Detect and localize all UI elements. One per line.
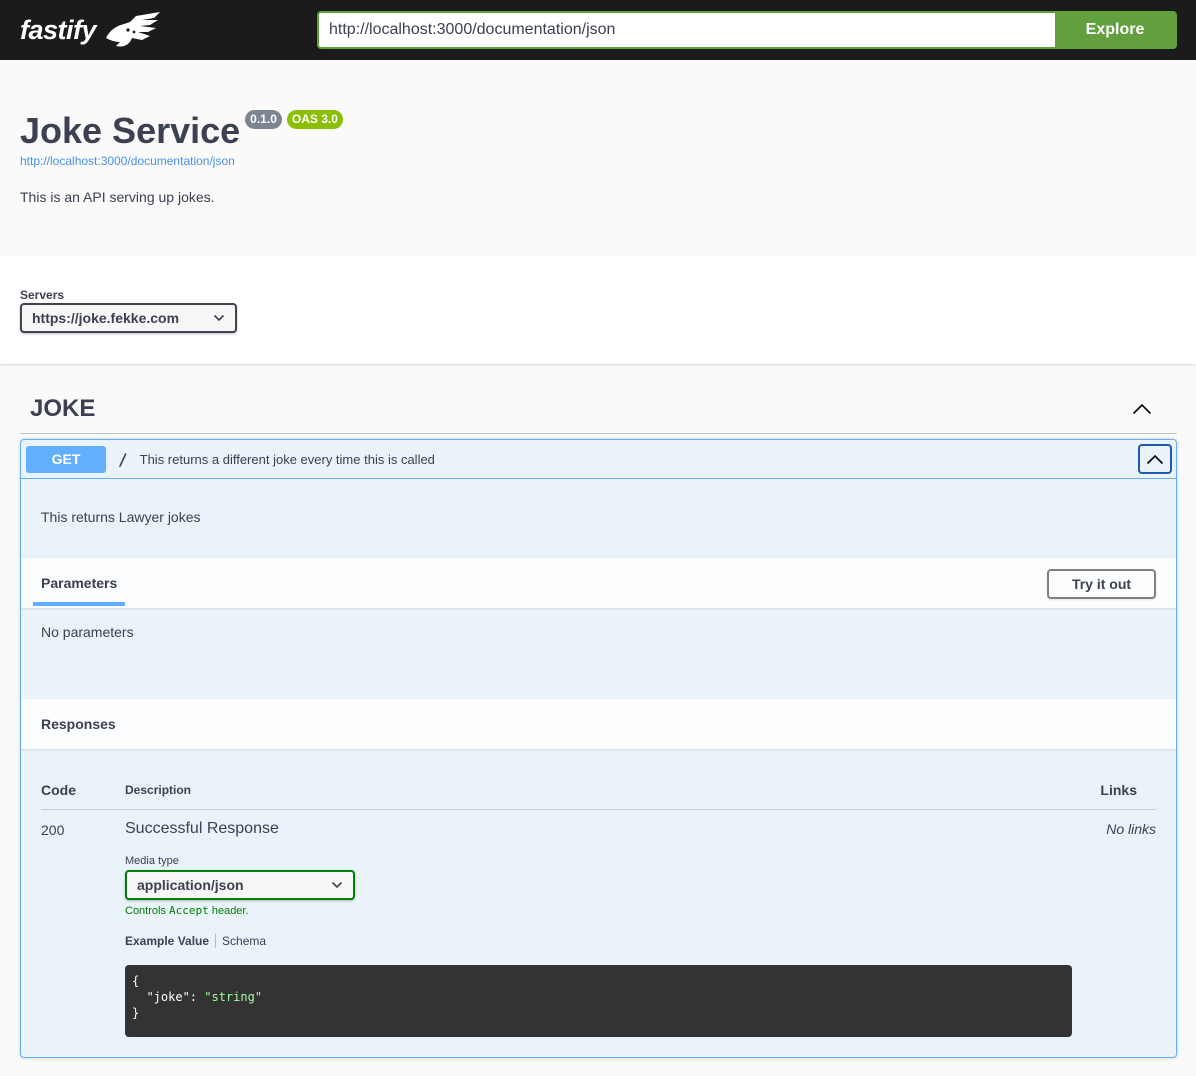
code-close-brace: }: [132, 1006, 140, 1020]
spec-url-link[interactable]: http://localhost:3000/documentation/json: [20, 154, 235, 168]
chevron-up-icon[interactable]: [1132, 403, 1152, 415]
media-type-value: application/json: [137, 877, 244, 893]
column-header-description: Description: [125, 783, 192, 797]
response-links: No links: [1106, 821, 1156, 837]
tag-name: JOKE: [30, 395, 96, 422]
code-value: "string": [204, 990, 263, 1004]
operation-description: This returns Lawyer jokes: [41, 509, 201, 525]
tab-example-value[interactable]: Example Value: [125, 934, 215, 948]
logo[interactable]: fastify: [20, 10, 164, 50]
operation-summary-text: This returns a different joke every time…: [139, 451, 435, 467]
responses-table: Code Description Links: [41, 770, 1156, 810]
tab-schema[interactable]: Schema: [216, 934, 266, 948]
tag-header-joke[interactable]: JOKE: [20, 385, 1177, 434]
code-key: "joke":: [132, 990, 205, 1004]
servers-section: Servers https://joke.fekke.com: [0, 256, 1196, 364]
responses-title: Responses: [41, 716, 116, 732]
note-code: Accept: [169, 904, 209, 917]
explore-button[interactable]: Explore: [1055, 13, 1175, 47]
media-type-label: Media type: [125, 855, 179, 867]
response-description: Successful Response: [125, 820, 279, 837]
collapse-operation-button[interactable]: [1138, 444, 1172, 474]
tab-parameters[interactable]: Parameters: [41, 575, 117, 591]
column-header-code: Code: [41, 782, 76, 798]
operation-path: /: [118, 449, 128, 469]
spec-url-input[interactable]: [319, 13, 1055, 47]
logo-text: fastify: [20, 14, 97, 45]
page-title: Joke Service: [20, 110, 241, 151]
response-code: 200: [41, 822, 65, 838]
operation-summary[interactable]: GET / This returns a different joke ever…: [21, 440, 1176, 479]
servers-select-value: https://joke.fekke.com: [32, 310, 180, 326]
responses-table-header: Code Description Links: [41, 770, 1156, 810]
info-section: Joke Service 0.1.0 OAS 3.0 http://localh…: [0, 60, 1196, 256]
servers-label: Servers: [20, 288, 65, 302]
controls-accept-note: Controls Accept header.: [125, 904, 249, 917]
note-suffix: header.: [208, 905, 249, 917]
chevron-down-icon: [331, 881, 343, 889]
example-schema-tabs: Example Value Schema: [125, 934, 266, 948]
oas-badge: OAS 3.0: [286, 110, 343, 129]
operation-get-root: GET / This returns a different joke ever…: [20, 439, 1177, 1058]
chevron-down-icon: [213, 314, 225, 322]
no-parameters-text: No parameters: [41, 624, 134, 640]
responses-header: Responses: [21, 699, 1176, 749]
note-prefix: Controls: [125, 905, 170, 917]
code-open-brace: {: [132, 974, 140, 988]
title-row: Joke Service 0.1.0 OAS 3.0: [20, 110, 343, 152]
try-it-out-button[interactable]: Try it out: [1047, 569, 1156, 599]
active-tab-indicator: [33, 602, 125, 606]
servers-select[interactable]: https://joke.fekke.com: [20, 303, 237, 333]
api-description: This is an API serving up jokes.: [20, 189, 215, 205]
chevron-up-icon: [1146, 454, 1164, 464]
example-value-code: { "joke": "string" }: [125, 965, 1072, 1037]
spec-url-form: Explore: [317, 11, 1177, 49]
fastify-cheetah-icon: [106, 12, 161, 47]
media-type-select[interactable]: application/json: [125, 870, 355, 900]
method-badge: GET: [26, 445, 106, 473]
parameters-header: Parameters Try it out: [21, 558, 1176, 608]
column-header-links: Links: [1100, 782, 1137, 798]
version-badge: 0.1.0: [245, 110, 282, 129]
top-bar: fastify Explore: [0, 0, 1196, 60]
